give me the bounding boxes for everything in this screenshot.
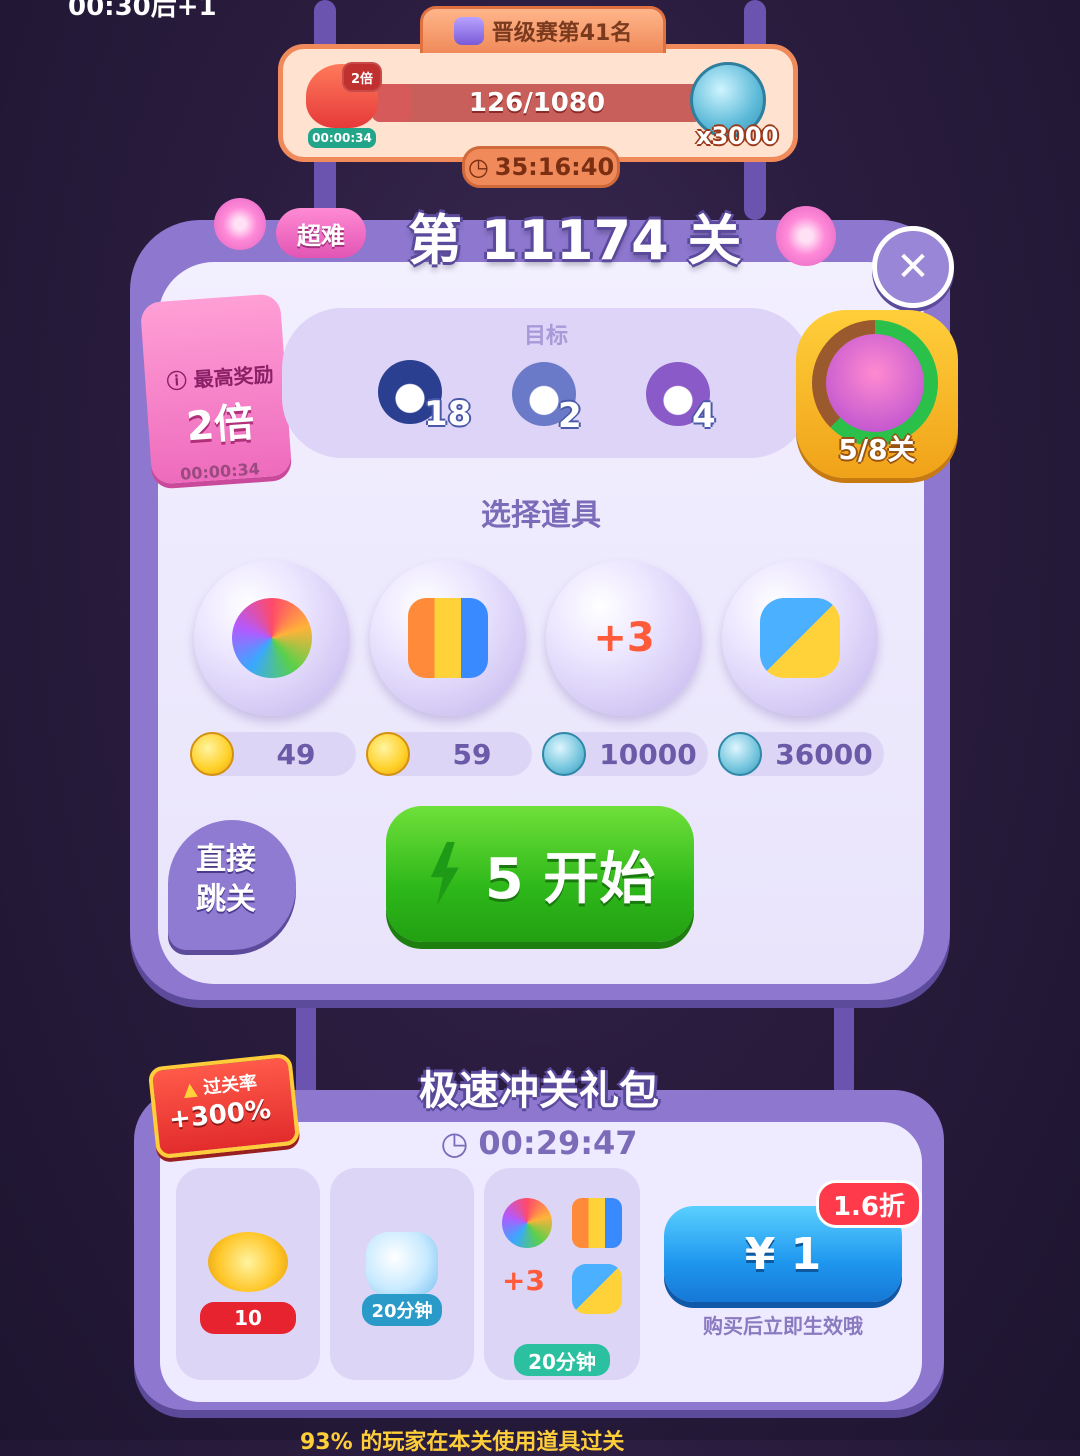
rocket-bundle-icon — [572, 1198, 622, 1248]
bundle-countdown-text: 00:29:47 — [478, 1124, 638, 1162]
bundle-card-amount: 10 — [200, 1302, 296, 1334]
event-countdown: ◷ 35:16:40 — [462, 146, 620, 188]
discount-badge: 1.6折 — [816, 1180, 922, 1228]
goal-item: 2 — [512, 362, 622, 442]
flower-decoration — [776, 206, 836, 266]
close-button[interactable]: ✕ — [872, 226, 954, 308]
booster-price-text: 10000 — [599, 737, 697, 771]
start-level-label: 5 开始 — [484, 846, 656, 912]
goal-count: 4 — [692, 396, 716, 436]
event-countdown-text: 35:16:40 — [494, 153, 615, 181]
clock-icon: ◷ — [440, 1124, 469, 1162]
booster-rockets[interactable] — [370, 560, 526, 716]
clock-icon: ◷ — [467, 153, 489, 181]
trophy-icon — [453, 17, 484, 45]
rainbow-owl-icon — [502, 1198, 552, 1248]
info-icon: ⓘ — [165, 367, 195, 394]
buy-note: 购买后立即生效哦 — [703, 1314, 863, 1338]
bundle-card-duration: 20分钟 — [514, 1344, 610, 1376]
booster-price: 59 — [366, 732, 532, 776]
bundle-card-duration: 20分钟 — [362, 1294, 442, 1326]
plus-three-moves-icon: +3 — [593, 615, 655, 661]
silver-coin-icon — [542, 732, 586, 776]
goal-title: 目标 — [523, 324, 568, 349]
energy-bolt-icon — [430, 842, 459, 906]
goal-item: 4 — [646, 362, 756, 442]
booster-price-text: 59 — [452, 737, 492, 771]
coin-multiplier: x3000 — [696, 122, 779, 150]
swap-creatures-icon — [760, 598, 840, 678]
rainbow-owl-icon — [232, 598, 312, 678]
streak-progress-text: 5/8关 — [838, 433, 916, 466]
gold-coin-icon — [366, 732, 410, 776]
booster-price: 10000 — [542, 732, 708, 776]
event-rank-tab[interactable]: 晋级赛第41名 — [420, 6, 666, 53]
booster-swap[interactable] — [722, 560, 878, 716]
booster-price-text: 36000 — [775, 737, 873, 771]
max-reward-value: 2倍 — [184, 399, 256, 451]
event-progress-text: 126/1080 — [468, 88, 606, 118]
level-title: 第 11174 关 — [408, 209, 742, 272]
booster-price: 49 — [190, 732, 356, 776]
flower-decoration — [214, 198, 266, 250]
bundle-card-lives: 20分钟 — [330, 1168, 474, 1380]
booster-rainbow-owl[interactable] — [194, 560, 350, 716]
gold-coin-icon — [190, 732, 234, 776]
infinite-life-bottle-icon — [366, 1232, 438, 1296]
goal-count: 18 — [424, 394, 472, 434]
footer-tip: 93% 的玩家在本关使用道具过关 — [300, 1430, 625, 1455]
booster-plus-three[interactable]: +3 — [546, 560, 702, 716]
arrow-up-icon: ▲ — [182, 1077, 205, 1101]
event-rank-label: 晋级赛第41名 — [491, 21, 633, 46]
bundle-card-boosters: +3 20分钟 — [484, 1168, 640, 1380]
skip-level-label: 直接 跳关 — [196, 842, 256, 917]
plus-three-moves-icon: +3 — [502, 1264, 545, 1297]
silver-coin-icon — [718, 732, 762, 776]
booster-price: 36000 — [718, 732, 884, 776]
booster-section-title: 选择道具 — [481, 498, 601, 533]
goal-item: 18 — [378, 360, 488, 440]
bundle-card-coins: 10 — [176, 1168, 320, 1380]
multiplier-badge: 2倍 — [342, 62, 382, 92]
life-refill-timer: 00:30后+1 — [68, 0, 217, 22]
difficulty-badge: 超难 — [276, 208, 366, 258]
event-progress-bar: 126/1080 — [372, 84, 702, 122]
booster-price-text: 49 — [276, 737, 316, 771]
rainbow-owl-icon — [826, 334, 924, 432]
close-icon: ✕ — [896, 244, 930, 290]
goal-count: 2 — [558, 396, 582, 436]
start-level-button[interactable]: 5 开始 — [386, 806, 694, 942]
swap-creatures-icon — [572, 1264, 622, 1314]
fox-timer: 00:00:34 — [308, 128, 376, 148]
gold-coin-pile-icon — [208, 1232, 288, 1292]
rocket-bundle-icon — [408, 598, 488, 678]
